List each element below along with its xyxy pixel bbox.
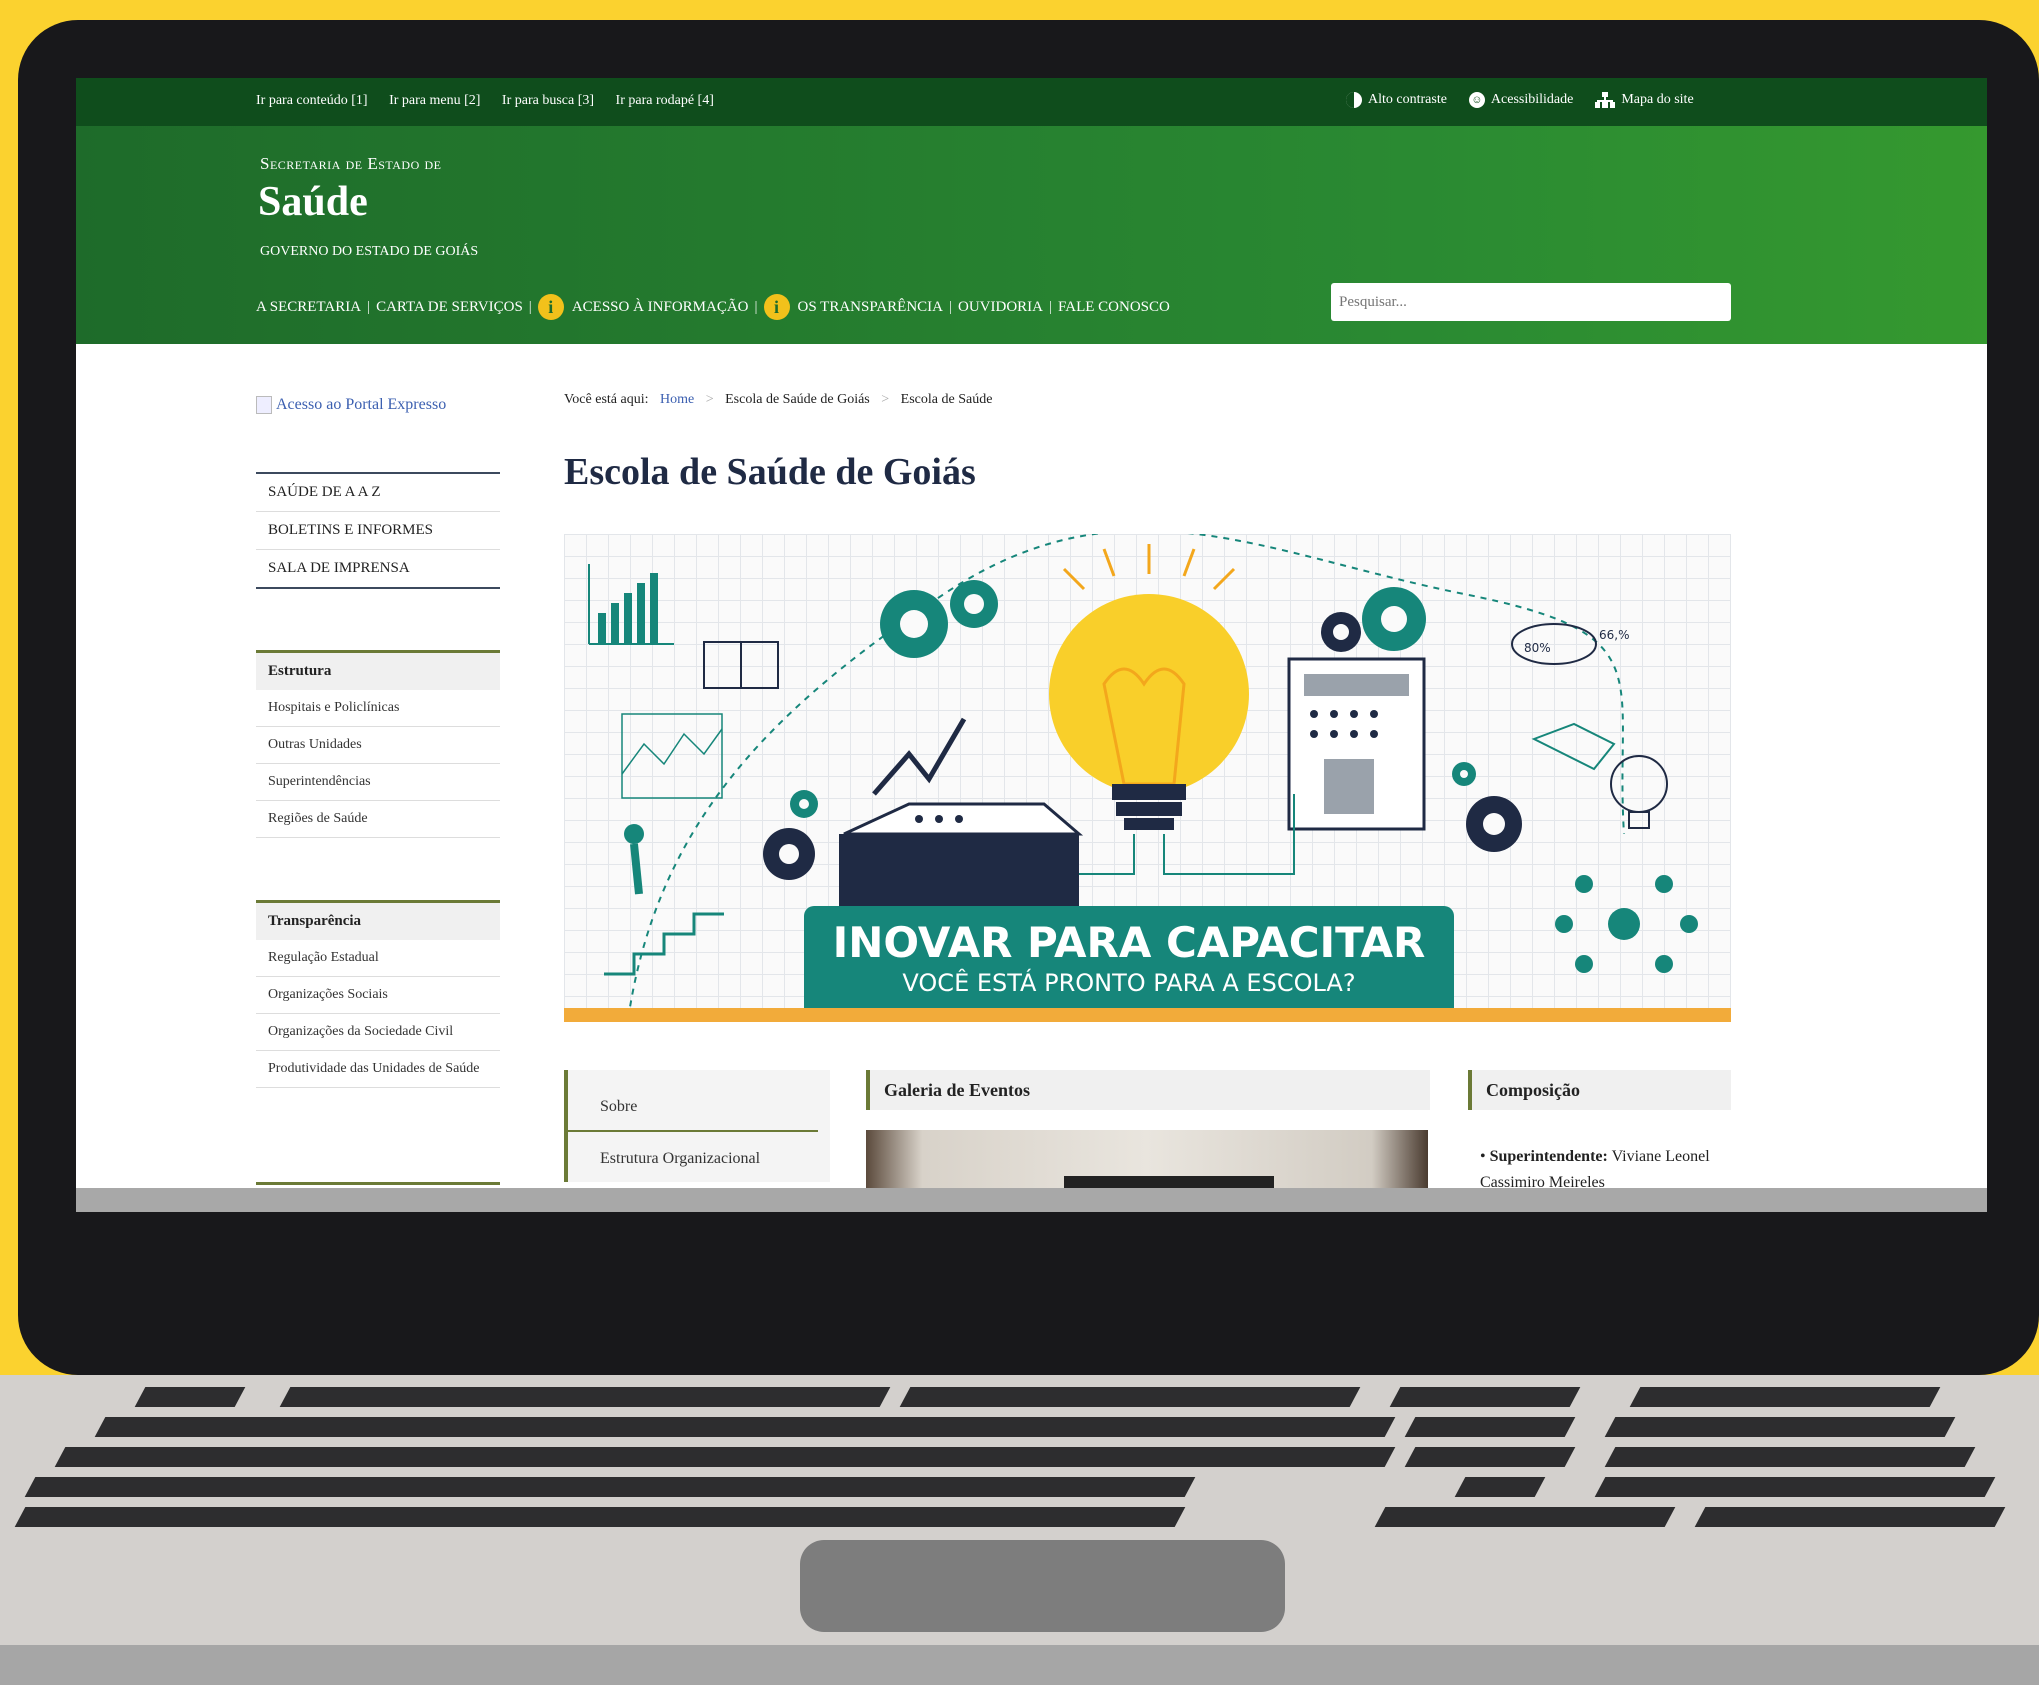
skip-to-search-link[interactable]: Ir para busca [3] [502,93,594,108]
accessibility-person-icon: ☺ [1468,92,1485,108]
sidebar-item-sala-de-imprensa[interactable]: SALA DE IMPRENSA [256,550,500,587]
trackpad[interactable] [800,1540,1285,1632]
banner-headline: INOVAR PARA CAPACITAR [832,918,1426,967]
skip-to-footer-link[interactable]: Ir para rodapé [4] [616,93,714,108]
composition-header: Composição [1468,1070,1731,1110]
nav-separator: | [367,298,371,315]
sitemap-icon [1595,92,1616,108]
breadcrumb-prefix: Você está aqui: [564,392,649,407]
sidebar-item-organizacoes-sociedade-civil[interactable]: Organizações da Sociedade Civil [256,1014,500,1051]
keyboard-key [1389,1387,1581,1407]
keyboard-key [134,1387,246,1407]
composition-role: Superintendente: [1489,1148,1608,1165]
high-contrast-link[interactable]: Alto contraste [1346,92,1447,108]
keyboard-key [1404,1417,1576,1437]
keyboard-key [279,1387,891,1407]
nav-acesso-a-informacao[interactable]: ACESSO À INFORMAÇÃO [572,299,749,316]
screen-bottom-bar [76,1188,1987,1212]
nav-fale-conosco[interactable]: FALE CONOSCO [1058,299,1170,316]
transparency-icon: i [763,294,790,320]
sidebar-item-saude-a-z[interactable]: SAÚDE DE A A Z [256,474,500,512]
pie-percent-label: 80% [1524,641,1551,655]
sidebar-item-boletins[interactable]: BOLETINS E INFORMES [256,512,500,550]
keyboard-key [24,1477,1196,1497]
breadcrumb-escola-saude: Escola de Saúde [900,392,993,407]
nav-ouvidoria[interactable]: OUVIDORIA [958,299,1043,316]
keyboard-key [1694,1507,2006,1527]
keyboard-key [1454,1477,1546,1497]
nav-separator: | [754,298,758,315]
skip-to-content-link[interactable]: Ir para conteúdo [1] [256,93,368,108]
sidebar-divider [256,1182,500,1185]
keyboard-key [14,1507,1186,1527]
sidebar-item-organizacoes-sociais[interactable]: Organizações Sociais [256,977,500,1014]
nav-separator: | [1049,298,1053,315]
nav-separator: | [528,298,532,315]
accessibility-label: Acessibilidade [1490,92,1574,107]
breadcrumb: Você está aqui: Home > Escola de Saúde d… [564,392,992,408]
portal-expresso-label: Acesso ao Portal Expresso [276,396,447,413]
keyboard-key [899,1387,1361,1407]
keyboard-key [1604,1417,1956,1437]
estrutura-title: Estrutura [256,653,500,690]
submenu-estrutura[interactable]: Estrutura Organizacional [568,1132,818,1182]
content-submenu: Sobre Estrutura Organizacional [564,1070,830,1182]
skip-links: Ir para conteúdo [1] Ir para menu [2] Ir… [256,93,732,109]
accessibility-link[interactable]: ☺ Acessibilidade [1468,92,1574,108]
contrast-icon [1346,92,1362,108]
submenu-sobre[interactable]: Sobre [568,1070,818,1132]
breadcrumb-escola-goias[interactable]: Escola de Saúde de Goiás [725,392,870,407]
hero-banner: 80% 66,% INOVAR PARA CAPACITAR VOCÊ ESTÁ… [564,534,1731,1022]
keyboard-key [1594,1477,1996,1497]
search-input[interactable] [1331,283,1731,321]
transparencia-box: Transparência Regulação Estadual Organiz… [256,900,500,1088]
breadcrumb-home[interactable]: Home [660,392,694,407]
skip-to-menu-link[interactable]: Ir para menu [2] [389,93,480,108]
keyboard-key [54,1447,1396,1467]
keyboard-key [1404,1447,1576,1467]
banner-headline-plate: INOVAR PARA CAPACITAR VOCÊ ESTÁ PRONTO P… [804,906,1454,1022]
sidebar-main-menu: SAÚDE DE A A Z BOLETINS E INFORMES SALA … [256,472,500,589]
sidebar-item-outras-unidades[interactable]: Outras Unidades [256,727,500,764]
sitemap-link[interactable]: Mapa do site [1595,92,1694,108]
info-icon: i [537,294,564,320]
sidebar-item-regulacao[interactable]: Regulação Estadual [256,940,500,977]
sidebar-item-regioes[interactable]: Regiões de Saúde [256,801,500,838]
nav-a-secretaria[interactable]: A SECRETARIA [256,299,361,316]
breadcrumb-chevron-icon: > [705,392,714,407]
keyboard-key [1604,1447,1976,1467]
page-title: Escola de Saúde de Goiás [564,451,976,493]
site-header: Secretaria de Estado de Saúde GOVERNO DO… [76,126,1987,344]
nav-separator: | [949,298,953,315]
accessibility-links: Alto contraste ☺ Acessibilidade Mapa do … [1346,92,1694,108]
gallery-header: Galeria de Eventos [866,1070,1430,1110]
banner-subline: VOCÊ ESTÁ PRONTO PARA A ESCOLA? [902,969,1356,997]
site-title[interactable]: Saúde [258,178,368,226]
secretaria-subtitle: Secretaria de Estado de [260,154,442,173]
keyboard-key [94,1417,1396,1437]
sidebar-item-produtividade[interactable]: Produtividade das Unidades de Saúde [256,1051,500,1088]
sidebar-item-hospitais[interactable]: Hospitais e Policlínicas [256,690,500,727]
nav-carta-de-servicos[interactable]: CARTA DE SERVIÇOS [376,299,523,316]
sitemap-label: Mapa do site [1621,92,1694,107]
keyboard-key [1629,1387,1941,1407]
government-label: GOVERNO DO ESTADO DE GOIÁS [260,244,479,259]
estrutura-box: Estrutura Hospitais e Policlínicas Outra… [256,650,500,838]
browser-screen: Ir para conteúdo [1] Ir para menu [2] Ir… [76,78,1987,1212]
nav-os-transparencia[interactable]: OS TRANSPARÊNCIA [798,299,943,316]
laptop-base-edge [0,1645,2039,1685]
keyboard-key [1374,1507,1676,1527]
banner-stripe [564,1008,1731,1022]
pie-percent-label-2: 66,% [1599,628,1630,642]
breadcrumb-chevron-icon: > [881,392,890,407]
sidebar-item-superintendencias[interactable]: Superintendências [256,764,500,801]
accessibility-bar: Ir para conteúdo [1] Ir para menu [2] Ir… [76,78,1987,126]
main-nav: A SECRETARIA | CARTA DE SERVIÇOS | i ACE… [256,294,1170,320]
broken-image-icon [256,396,272,414]
high-contrast-label: Alto contraste [1368,92,1447,107]
portal-expresso-link[interactable]: Acesso ao Portal Expresso [256,396,446,414]
transparencia-title: Transparência [256,903,500,940]
